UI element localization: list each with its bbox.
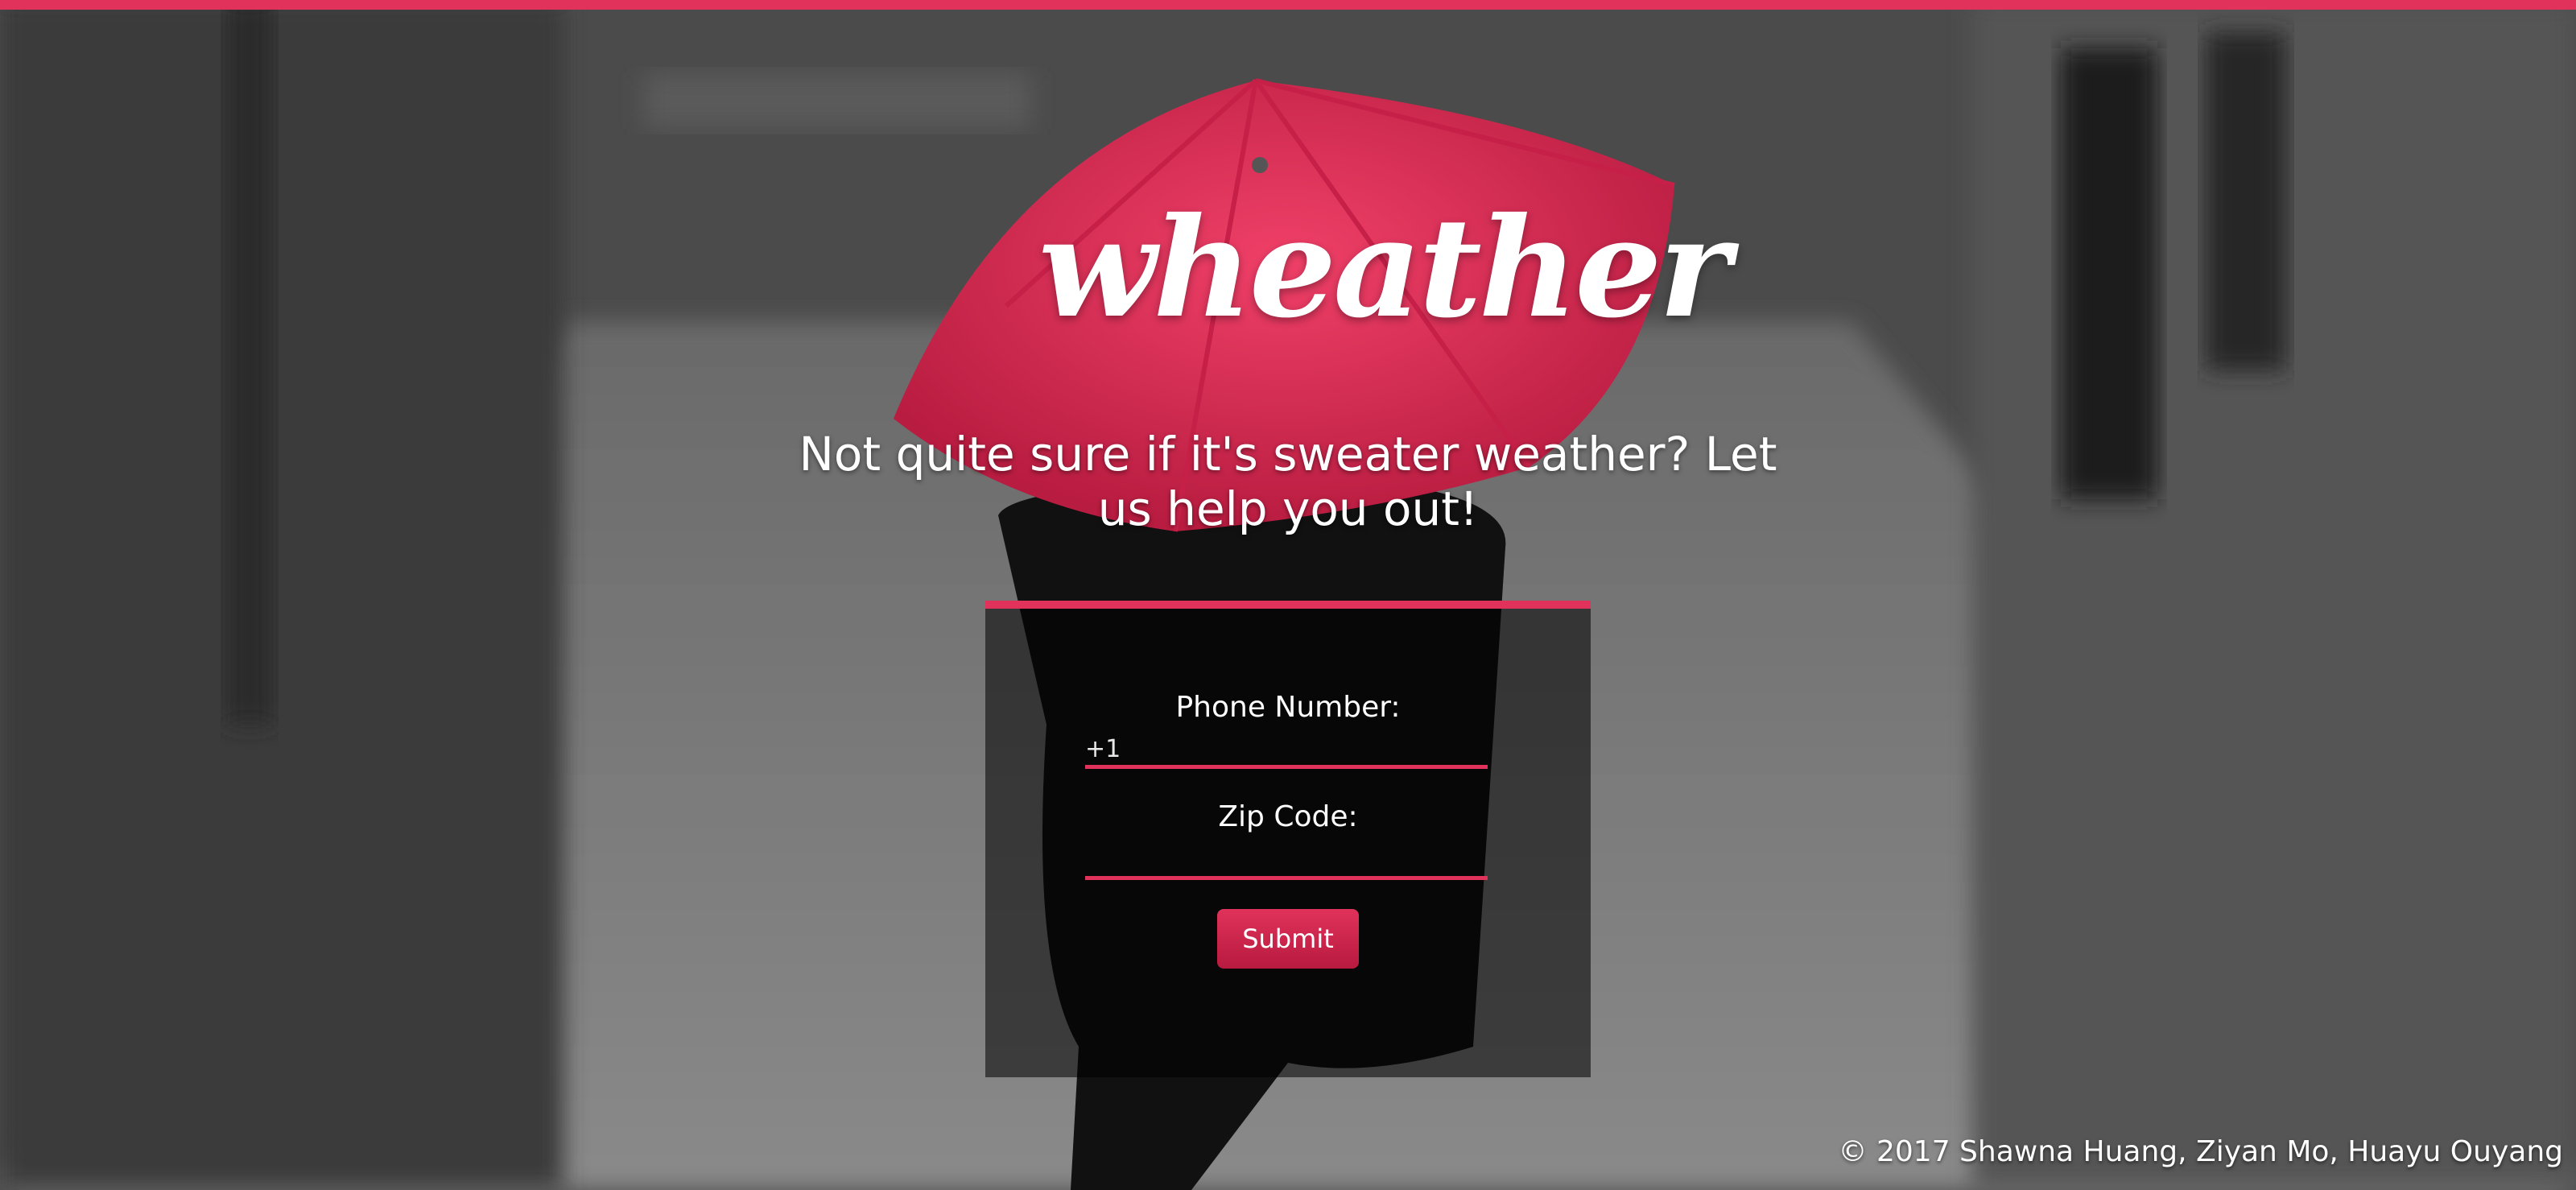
signup-form-card: Phone Number: Zip Code: Submit — [985, 601, 1591, 1077]
app-logo: wheather — [1038, 188, 1731, 349]
zip-code-label: Zip Code: — [1218, 800, 1358, 833]
top-accent-bar — [0, 0, 2576, 10]
submit-button[interactable]: Submit — [1217, 909, 1359, 969]
card-accent-line — [985, 601, 1591, 609]
copyright-footer: © 2017 Shawna Huang, Ziyan Mo, Huayu Ouy… — [1838, 1135, 2563, 1168]
zip-code-input[interactable] — [1085, 844, 1488, 880]
hero-tagline: Not quite sure if it's sweater weather? … — [799, 427, 1777, 536]
phone-number-label: Phone Number: — [1175, 691, 1401, 724]
phone-number-input[interactable] — [1085, 733, 1488, 769]
